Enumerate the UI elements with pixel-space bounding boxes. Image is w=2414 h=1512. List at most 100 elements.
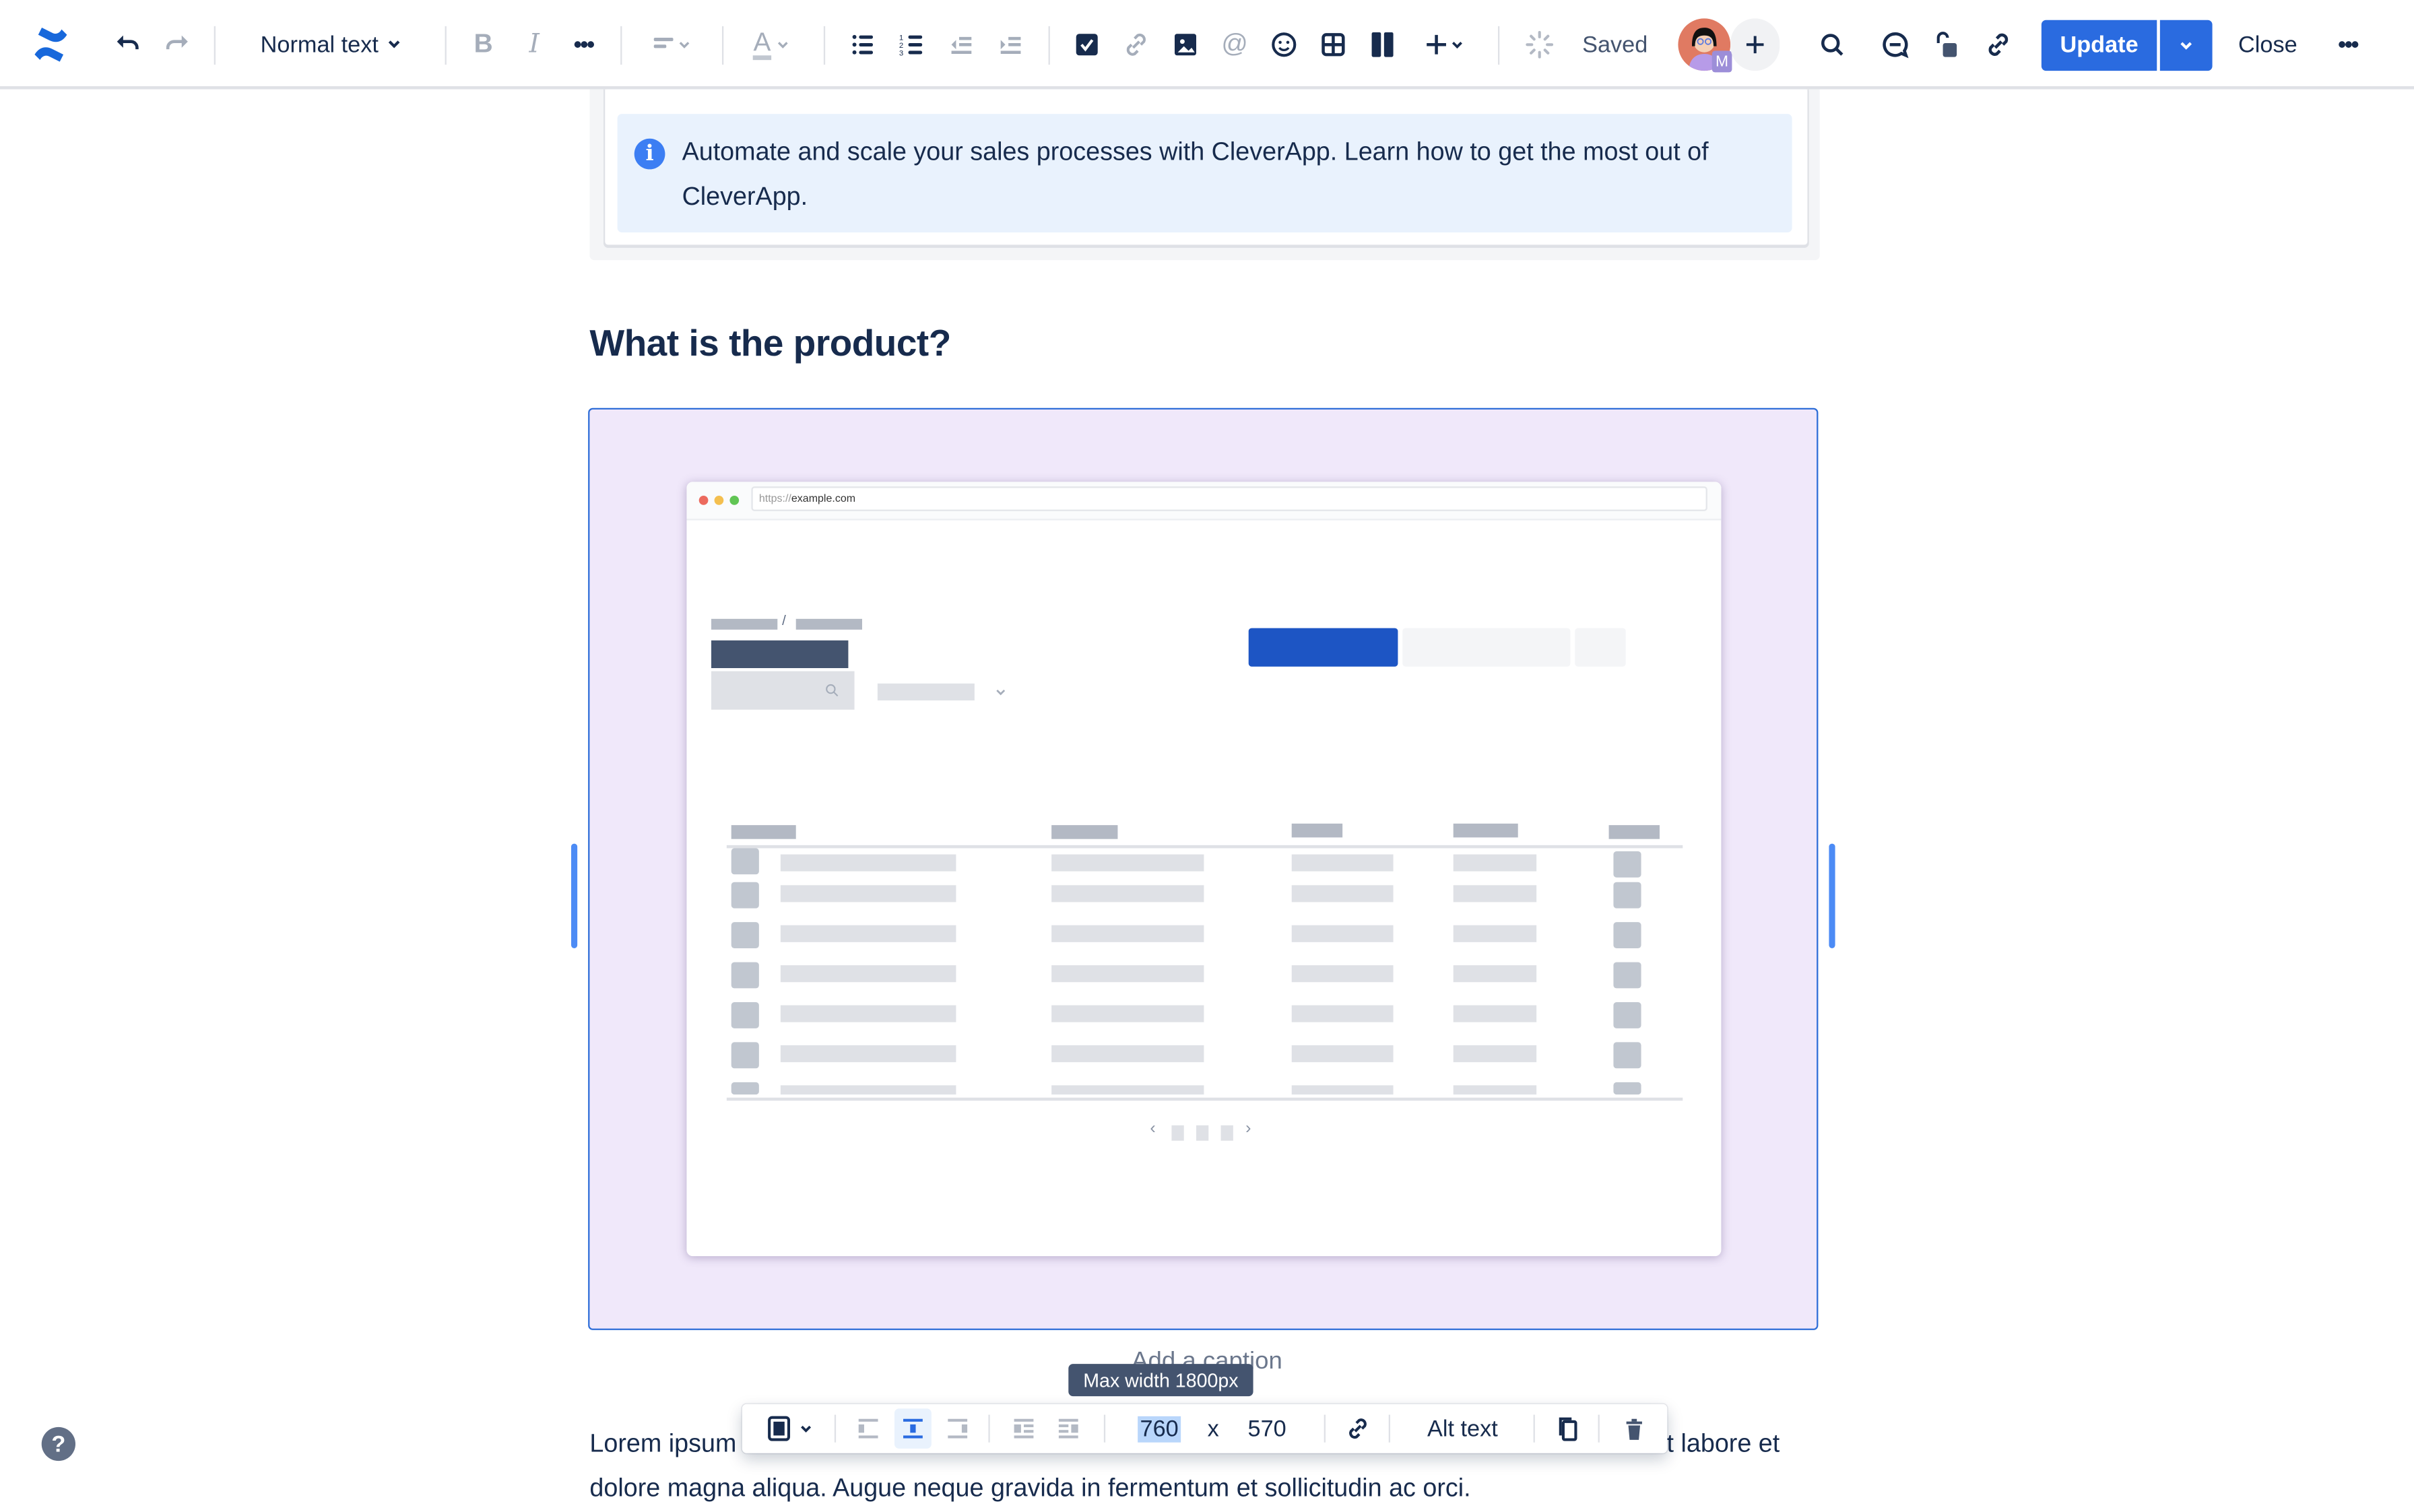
mock-row-cell: [1291, 885, 1394, 902]
chevron-down-icon: [996, 689, 1006, 696]
copy-link-button[interactable]: [1982, 22, 2015, 68]
action-item-button[interactable]: [1070, 22, 1104, 68]
mock-page: [1196, 1125, 1209, 1141]
mock-page: [1171, 1125, 1184, 1141]
more-icon: •••: [573, 31, 595, 58]
mock-row-cell: [1453, 925, 1537, 942]
search-icon: [1821, 34, 1844, 56]
text-color-dropdown[interactable]: A: [744, 22, 799, 68]
italic-icon: I: [529, 29, 540, 61]
wrap-right-button[interactable]: [1050, 1404, 1087, 1453]
emoji-button[interactable]: [1267, 22, 1301, 68]
numbered-list-button[interactable]: 123: [894, 22, 928, 68]
link-button[interactable]: [1119, 22, 1153, 68]
svg-text:3: 3: [899, 49, 903, 57]
toolbar-divider: [445, 26, 447, 65]
mock-row-action: [1613, 1042, 1641, 1069]
close-button[interactable]: Close: [2229, 22, 2306, 68]
bullet-list-button[interactable]: [845, 22, 879, 68]
image-border-dropdown[interactable]: [758, 1404, 819, 1453]
mock-row-action: [1613, 882, 1641, 909]
mock-column-header: [1051, 825, 1118, 839]
comments-button[interactable]: [1879, 22, 1912, 68]
find-replace-button[interactable]: [1815, 22, 1849, 68]
invite-button[interactable]: [1730, 18, 1780, 71]
resize-handle-left[interactable]: [570, 843, 578, 948]
outdent-icon: [951, 36, 972, 54]
mock-row-cell: [1051, 1045, 1204, 1063]
bullet-list-icon: [852, 34, 873, 55]
insert-image-button[interactable]: [1169, 22, 1202, 68]
update-button[interactable]: Update: [2041, 20, 2157, 71]
delete-button[interactable]: [1615, 1404, 1652, 1453]
align-right-button[interactable]: [939, 1404, 976, 1453]
more-actions-button[interactable]: •••: [2331, 22, 2365, 68]
align-left-icon: [653, 37, 673, 48]
table-button[interactable]: [1316, 22, 1350, 68]
height-input[interactable]: 570: [1243, 1404, 1292, 1453]
media-floating-toolbar: 760 x 570 Alt text: [742, 1404, 1668, 1453]
confluence-logo[interactable]: [28, 22, 74, 68]
undo-button[interactable]: [111, 22, 145, 68]
toolbar-divider: [1598, 1414, 1600, 1443]
indent-button[interactable]: [993, 22, 1026, 68]
alt-text-button[interactable]: Alt text: [1407, 1404, 1518, 1453]
mock-row-cell: [780, 965, 956, 983]
update-options-button[interactable]: [2159, 20, 2213, 71]
mock-table-rule: [726, 1097, 1683, 1101]
align-center-button[interactable]: [894, 1408, 932, 1449]
mock-row-action: [1613, 1082, 1641, 1095]
mock-row-cell: [1453, 965, 1537, 983]
layouts-button[interactable]: [1365, 22, 1399, 68]
align-image-left-icon: [858, 1418, 878, 1439]
mock-row-cell: [1051, 854, 1204, 872]
chevron-right-icon: ›: [1245, 1119, 1251, 1138]
redo-button[interactable]: [160, 22, 194, 68]
avatar-badge: M: [1711, 51, 1732, 73]
unlock-icon: [1936, 32, 1957, 57]
restrictions-button[interactable]: [1929, 22, 1963, 68]
mock-row-cell: [1453, 1045, 1537, 1063]
alignment-dropdown[interactable]: [642, 22, 697, 68]
mock-row-cell: [1291, 1045, 1394, 1063]
wrap-left-button[interactable]: [1006, 1404, 1043, 1453]
image-border-icon: [766, 1416, 789, 1441]
toolbar-divider: [214, 26, 216, 65]
mock-filter: [877, 683, 975, 700]
toolbar-divider: [1533, 1414, 1535, 1443]
layout-columns-icon: [1371, 32, 1394, 57]
toolbar-divider: [1103, 1414, 1106, 1443]
chevron-down-icon: [2180, 41, 2192, 49]
width-input[interactable]: 760: [1136, 1404, 1183, 1453]
help-icon: ?: [51, 1431, 66, 1457]
copy-button[interactable]: [1551, 1404, 1588, 1453]
insert-more-dropdown[interactable]: [1415, 22, 1470, 68]
outdent-button[interactable]: [944, 22, 977, 68]
info-panel-text[interactable]: Automate and scale your sales processes …: [682, 131, 1775, 218]
mock-more-button: [1575, 628, 1626, 667]
mock-primary-button: [1248, 628, 1398, 667]
bold-button[interactable]: B: [468, 22, 499, 68]
help-button[interactable]: ?: [41, 1426, 75, 1461]
toolbar-divider: [834, 1414, 837, 1443]
more-formatting-button[interactable]: •••: [568, 22, 599, 68]
url-host: example.com: [791, 494, 856, 505]
toolbar-divider: [721, 26, 724, 65]
more-icon: •••: [2338, 31, 2359, 58]
resize-handle-right[interactable]: [1829, 843, 1835, 948]
section-heading[interactable]: What is the product?: [589, 323, 951, 366]
chevron-down-icon: [678, 41, 689, 48]
text-style-dropdown[interactable]: Normal text: [247, 22, 416, 68]
mock-row-checkbox: [731, 1001, 759, 1028]
italic-button[interactable]: I: [519, 22, 550, 68]
mock-row-checkbox: [731, 1042, 759, 1069]
align-left-button[interactable]: [850, 1404, 887, 1453]
mention-button[interactable]: @: [1218, 22, 1251, 68]
mock-row-checkbox: [731, 848, 759, 875]
mock-breadcrumb-separator: /: [782, 612, 786, 628]
table-icon: [1322, 33, 1345, 57]
image-link-button[interactable]: [1341, 1404, 1375, 1453]
copy-icon: [1559, 1417, 1577, 1441]
link-icon: [1349, 1418, 1367, 1439]
mock-row-action: [1613, 851, 1641, 878]
